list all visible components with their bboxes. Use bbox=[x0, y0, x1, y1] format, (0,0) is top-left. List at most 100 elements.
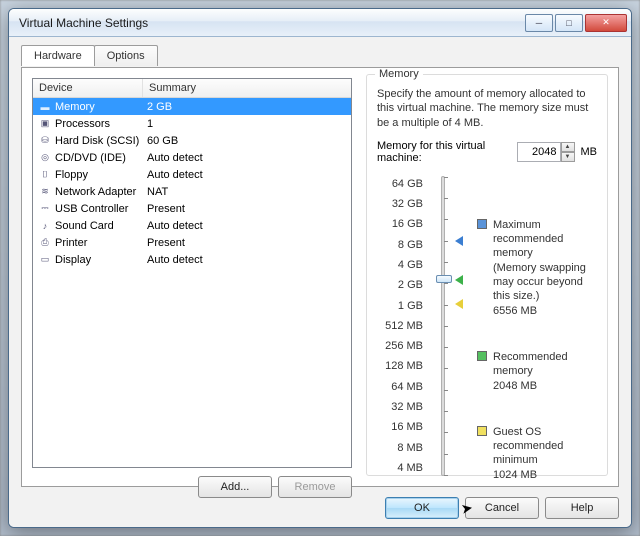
device-row[interactable]: ⎙PrinterPresent bbox=[33, 234, 351, 251]
tab-hardware[interactable]: Hardware bbox=[21, 45, 95, 66]
scale-label: 4 MB bbox=[377, 462, 423, 474]
col-device[interactable]: Device bbox=[33, 79, 143, 97]
scale-label: 1 GB bbox=[377, 300, 423, 312]
device-summary: 2 GB bbox=[147, 101, 347, 113]
device-icon: ▬ bbox=[37, 100, 53, 114]
swatch-green-icon bbox=[477, 351, 487, 361]
device-list[interactable]: Device Summary ▬Memory2 GB▣Processors1⛁H… bbox=[32, 78, 352, 468]
device-name: Printer bbox=[55, 237, 147, 249]
device-pane: Device Summary ▬Memory2 GB▣Processors1⛁H… bbox=[32, 78, 352, 476]
memory-group: Memory Specify the amount of memory allo… bbox=[366, 74, 608, 476]
settings-window: Virtual Machine Settings ─ □ ✕ Hardware … bbox=[8, 8, 632, 528]
scale-label: 32 GB bbox=[377, 198, 423, 210]
marker-rec-icon bbox=[455, 275, 463, 285]
tab-panel: Device Summary ▬Memory2 GB▣Processors1⛁H… bbox=[21, 67, 619, 487]
legend-max: Maximum recommended memory (Memory swapp… bbox=[477, 218, 597, 318]
device-row[interactable]: ▣Processors1 bbox=[33, 115, 351, 132]
marker-min-icon bbox=[455, 299, 463, 309]
device-icon: ⎙ bbox=[37, 236, 53, 250]
device-summary: Auto detect bbox=[147, 254, 347, 266]
device-buttons: Add... Remove bbox=[32, 476, 352, 498]
scale-label: 256 MB bbox=[377, 340, 423, 352]
device-icon: ▣ bbox=[37, 117, 53, 131]
memory-pane: Memory Specify the amount of memory allo… bbox=[366, 74, 608, 476]
scale-label: 32 MB bbox=[377, 401, 423, 413]
memory-spinner[interactable]: ▲ ▼ bbox=[517, 142, 575, 162]
device-name: Network Adapter bbox=[55, 186, 147, 198]
cancel-button[interactable]: Cancel bbox=[465, 497, 539, 519]
swatch-yellow-icon bbox=[477, 426, 487, 436]
memory-field-label: Memory for this virtual machine: bbox=[377, 140, 511, 164]
col-summary[interactable]: Summary bbox=[143, 79, 351, 97]
device-summary: Present bbox=[147, 203, 347, 215]
ok-button[interactable]: OK bbox=[385, 497, 459, 519]
device-summary: Present bbox=[147, 237, 347, 249]
device-row[interactable]: ▬Memory2 GB bbox=[33, 98, 351, 115]
spin-up-icon[interactable]: ▲ bbox=[561, 142, 575, 152]
device-name: USB Controller bbox=[55, 203, 147, 215]
memory-input-row: Memory for this virtual machine: ▲ ▼ MB bbox=[377, 140, 597, 164]
scale-label: 16 MB bbox=[377, 421, 423, 433]
titlebar[interactable]: Virtual Machine Settings ─ □ ✕ bbox=[9, 9, 631, 37]
add-button[interactable]: Add... bbox=[198, 476, 272, 498]
minimize-button[interactable]: ─ bbox=[525, 14, 553, 32]
device-icon: ⌷ bbox=[37, 168, 53, 182]
marker-max-icon bbox=[455, 236, 463, 246]
device-row[interactable]: ♪Sound CardAuto detect bbox=[33, 217, 351, 234]
spin-down-icon[interactable]: ▼ bbox=[561, 152, 575, 162]
device-row[interactable]: ◎CD/DVD (IDE)Auto detect bbox=[33, 149, 351, 166]
maximize-button[interactable]: □ bbox=[555, 14, 583, 32]
device-icon: ⎓ bbox=[37, 202, 53, 216]
scale-label: 8 GB bbox=[377, 239, 423, 251]
legend-min: Guest OS recommended minimum 1024 MB bbox=[477, 425, 597, 482]
remove-button: Remove bbox=[278, 476, 352, 498]
scale-label: 512 MB bbox=[377, 320, 423, 332]
memory-legend: Maximum recommended memory (Memory swapp… bbox=[463, 176, 597, 476]
close-button[interactable]: ✕ bbox=[585, 14, 627, 32]
device-row[interactable]: ⛁Hard Disk (SCSI)60 GB bbox=[33, 132, 351, 149]
device-row[interactable]: ▭DisplayAuto detect bbox=[33, 251, 351, 268]
tab-options[interactable]: Options bbox=[94, 45, 158, 66]
legend-rec: Recommended memory 2048 MB bbox=[477, 350, 597, 393]
device-icon: ⛁ bbox=[37, 134, 53, 148]
swatch-blue-icon bbox=[477, 219, 487, 229]
device-icon: ≋ bbox=[37, 185, 53, 199]
device-summary: 1 bbox=[147, 118, 347, 130]
device-summary: 60 GB bbox=[147, 135, 347, 147]
device-icon: ◎ bbox=[37, 151, 53, 165]
window-title: Virtual Machine Settings bbox=[19, 16, 523, 30]
scale-label: 4 GB bbox=[377, 259, 423, 271]
memory-unit: MB bbox=[581, 146, 598, 158]
window-body: Hardware Options Device Summary ▬Memory2… bbox=[9, 37, 631, 527]
memory-slider-area: 64 GB32 GB16 GB8 GB4 GB2 GB1 GB512 MB256… bbox=[377, 176, 597, 476]
scale-label: 64 MB bbox=[377, 381, 423, 393]
scale-label: 128 MB bbox=[377, 360, 423, 372]
device-name: Display bbox=[55, 254, 147, 266]
device-name: Processors bbox=[55, 118, 147, 130]
memory-input[interactable] bbox=[517, 142, 561, 162]
scale-label: 64 GB bbox=[377, 178, 423, 190]
device-name: Hard Disk (SCSI) bbox=[55, 135, 147, 147]
memory-description: Specify the amount of memory allocated t… bbox=[377, 87, 597, 130]
device-summary: Auto detect bbox=[147, 220, 347, 232]
device-row[interactable]: ≋Network AdapterNAT bbox=[33, 183, 351, 200]
scale-label: 2 GB bbox=[377, 279, 423, 291]
memory-slider[interactable] bbox=[431, 176, 455, 476]
device-list-header: Device Summary bbox=[33, 79, 351, 98]
tabstrip: Hardware Options bbox=[21, 45, 157, 66]
help-button[interactable]: Help bbox=[545, 497, 619, 519]
slider-thumb[interactable] bbox=[436, 275, 452, 283]
device-name: Sound Card bbox=[55, 220, 147, 232]
device-name: Memory bbox=[55, 101, 147, 113]
device-summary: NAT bbox=[147, 186, 347, 198]
device-icon: ♪ bbox=[37, 219, 53, 233]
memory-group-label: Memory bbox=[375, 68, 423, 80]
device-icon: ▭ bbox=[37, 253, 53, 267]
memory-scale: 64 GB32 GB16 GB8 GB4 GB2 GB1 GB512 MB256… bbox=[377, 176, 423, 476]
device-summary: Auto detect bbox=[147, 152, 347, 164]
dialog-footer: OK Cancel Help bbox=[385, 497, 619, 519]
device-row[interactable]: ⌷FloppyAuto detect bbox=[33, 166, 351, 183]
device-name: CD/DVD (IDE) bbox=[55, 152, 147, 164]
device-row[interactable]: ⎓USB ControllerPresent bbox=[33, 200, 351, 217]
device-summary: Auto detect bbox=[147, 169, 347, 181]
